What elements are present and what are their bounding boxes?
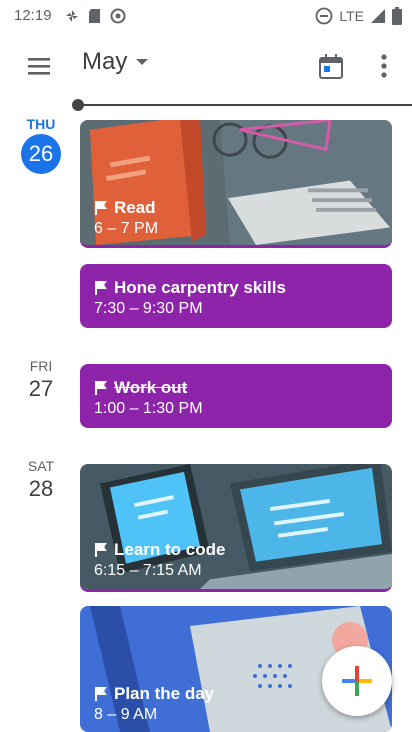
event-title: Read <box>114 198 156 217</box>
current-time-dot <box>72 99 84 111</box>
circle-notification-icon <box>110 8 126 24</box>
do-not-disturb-icon <box>315 7 333 25</box>
day-of-week: SAT <box>27 458 55 474</box>
flag-icon <box>95 201 107 215</box>
day-label-thu[interactable]: THU 26 <box>20 116 62 174</box>
network-type: LTE <box>339 8 364 24</box>
flag-icon <box>95 687 107 701</box>
flag-icon <box>95 381 107 395</box>
pinwheel-icon <box>66 10 78 22</box>
event-time: 1:00 – 1:30 PM <box>94 400 203 417</box>
event-title: Hone carpentry skills <box>114 278 286 297</box>
day-of-week: FRI <box>29 358 53 374</box>
event-time: 6 – 7 PM <box>94 220 159 237</box>
sd-card-icon <box>89 9 100 23</box>
event-time: 8 – 9 AM <box>94 706 158 723</box>
status-bar: 12:19 LTE <box>0 0 412 32</box>
event-time: 7:30 – 9:30 PM <box>94 300 203 317</box>
create-event-button[interactable] <box>322 646 392 716</box>
day-number: 26 <box>21 134 61 174</box>
more-vert-icon[interactable] <box>372 50 396 82</box>
signal-icon <box>371 9 385 23</box>
event-title: Plan the day <box>114 684 215 703</box>
event-card-read[interactable]: Read 6 – 7 PM <box>80 120 392 248</box>
day-number: 27 <box>28 376 54 401</box>
day-number: 28 <box>28 476 54 501</box>
menu-icon[interactable] <box>22 52 58 80</box>
event-card-learn-to-code[interactable]: Learn to code 6:15 – 7:15 AM <box>80 464 392 592</box>
status-time: 12:19 <box>14 7 52 24</box>
event-time: 6:15 – 7:15 AM <box>94 562 202 579</box>
event-card-work-out[interactable]: Work out 1:00 – 1:30 PM <box>80 364 392 428</box>
flag-icon <box>95 281 107 295</box>
current-time-line <box>78 104 412 106</box>
event-title: Learn to code <box>114 540 226 559</box>
month-label: May <box>82 48 128 75</box>
flag-icon <box>95 543 107 557</box>
app-bar: May <box>0 32 412 98</box>
plus-icon <box>342 666 372 696</box>
event-card-hone-carpentry[interactable]: Hone carpentry skills 7:30 – 9:30 PM <box>80 264 392 328</box>
event-title: Work out <box>114 378 188 397</box>
chevron-down-icon <box>136 59 149 65</box>
month-selector[interactable]: May <box>82 48 149 76</box>
day-label-sat[interactable]: SAT 28 <box>20 458 62 502</box>
calendar-today-icon[interactable] <box>316 52 346 82</box>
battery-icon <box>392 7 402 25</box>
day-label-fri[interactable]: FRI 27 <box>20 358 62 402</box>
day-of-week: THU <box>26 116 56 132</box>
